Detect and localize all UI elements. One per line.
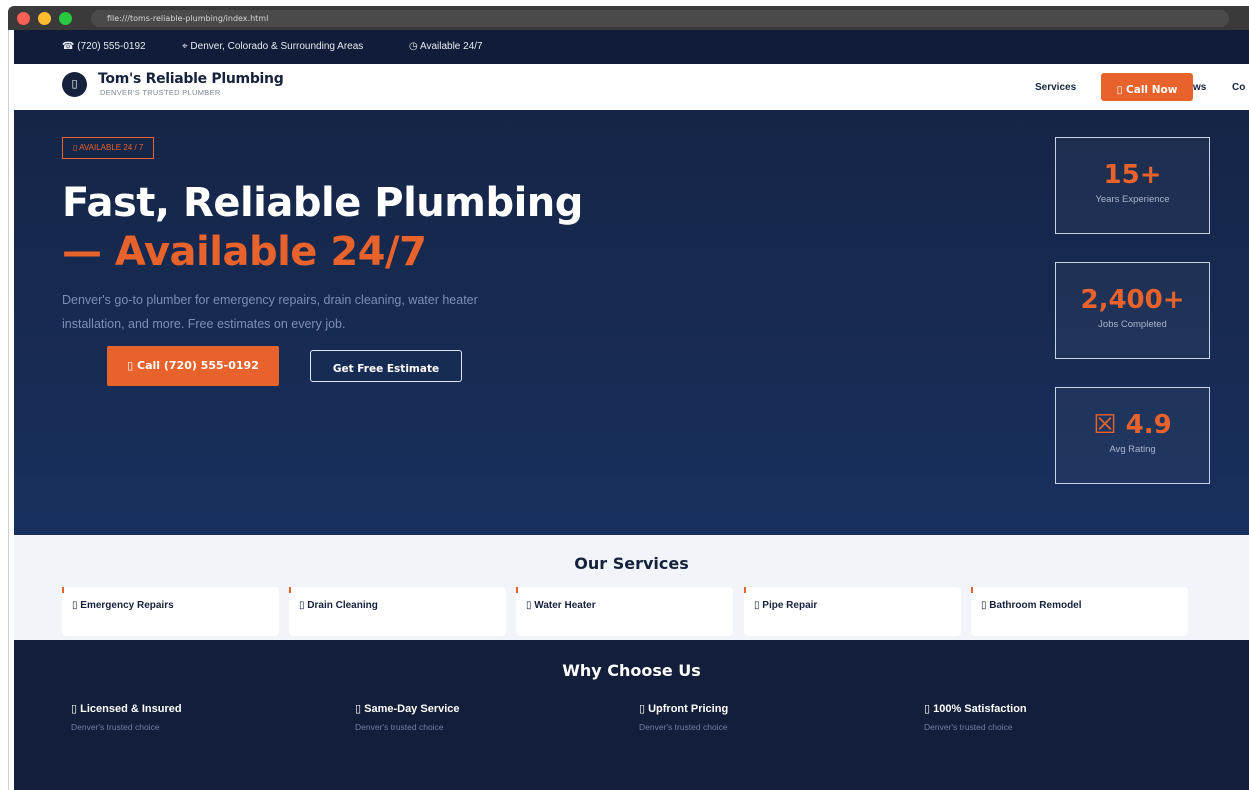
stat-value: ☒ 4.9 [1093,410,1172,440]
topbar-service-area: ⌖ Denver, Colorado & Surrounding Areas [182,41,364,52]
hero-description: Denver's go-to plumber for emergency rep… [62,293,478,331]
feature-title: ▯ Licensed & Insured [71,703,182,715]
feature-same-day-service: ▯ Same-Day Service Denver's trusted choi… [355,702,460,732]
topbar-availability: ◷ Available 24/7 [409,41,483,52]
address-bar[interactable]: file:///toms-reliable-plumbing/index.htm… [91,10,1229,27]
feature-upfront-pricing: ▯ Upfront Pricing Denver's trusted choic… [639,702,728,732]
web-page: ☎ (720) 555-0192 ⌖ Denver, Colorado & Su… [14,30,1249,790]
stat-card-rating: ☒ 4.9 Avg Rating [1055,387,1210,484]
service-card-pipe-repair[interactable]: ▯ Pipe Repair [744,587,961,636]
service-card-water-heater[interactable]: ▯ Water Heater [516,587,733,636]
wrench-icon[interactable]: ▯ [62,72,87,97]
service-label: ▯ Pipe Repair [754,600,818,611]
maximize-window-button[interactable] [59,11,72,25]
service-label: ▯ Drain Cleaning [299,600,378,611]
feature-subtitle: Denver's trusted choice [71,722,160,732]
service-label: ▯ Bathroom Remodel [981,600,1082,611]
minimize-window-button[interactable] [38,11,51,25]
stat-label: Avg Rating [1109,444,1156,455]
brand-name[interactable]: Tom's Reliable Plumbing [98,71,284,87]
services-title: Our Services [574,554,689,573]
feature-subtitle: Denver's trusted choice [355,722,444,732]
feature-title: ▯ Upfront Pricing [639,703,729,715]
info-bar: ☎ (720) 555-0192 ⌖ Denver, Colorado & Su… [14,30,1249,64]
why-choose-us-title: Why Choose Us [562,661,701,680]
free-estimate-button[interactable]: Get Free Estimate [310,350,462,382]
why-choose-us-section: Why Choose Us ▯ Licensed & Insured Denve… [14,640,1249,790]
hero-section: ▯ AVAILABLE 24 / 7 Fast, Reliable Plumbi… [14,110,1249,535]
feature-subtitle: Denver's trusted choice [924,722,1013,732]
service-card-drain-cleaning[interactable]: ▯ Drain Cleaning [289,587,506,636]
window-controls [17,11,72,25]
brand-tagline: DENVER'S TRUSTED PLUMBER [100,88,221,97]
hero-headline-accent: — Available 24/7 [62,229,427,275]
close-window-button[interactable] [17,11,30,25]
availability-badge: ▯ AVAILABLE 24 / 7 [62,137,155,159]
topbar-phone[interactable]: ☎ (720) 555-0192 [62,41,146,52]
stat-value: 15+ [1103,160,1162,190]
nav-link-services[interactable]: Services [1035,82,1076,93]
browser-titlebar: file:///toms-reliable-plumbing/index.htm… [8,6,1249,30]
stat-value: 2,400+ [1080,285,1185,315]
feature-title: ▯ Same-Day Service [355,703,460,715]
main-navigation: ▯ Tom's Reliable Plumbing DENVER'S TRUST… [14,64,1249,110]
call-phone-button[interactable]: ▯ Call (720) 555-0192 [107,346,279,386]
stat-card-experience: 15+ Years Experience [1055,137,1210,234]
stat-label: Years Experience [1095,194,1170,205]
feature-title: ▯ 100% Satisfaction [924,703,1027,715]
service-card-emergency-repairs[interactable]: ▯ Emergency Repairs [62,587,279,636]
nav-link-reviews[interactable]: ws [1193,82,1206,93]
services-section: Our Services ▯ Emergency Repairs ▯ Drain… [14,535,1249,640]
feature-licensed-insured: ▯ Licensed & Insured Denver's trusted ch… [71,702,182,732]
hero-headline: Fast, Reliable Plumbing [62,180,583,226]
service-label: ▯ Emergency Repairs [72,600,174,611]
nav-link-contact[interactable]: Co [1232,82,1245,93]
feature-satisfaction: ▯ 100% Satisfaction Denver's trusted cho… [924,702,1027,732]
stat-card-jobs: 2,400+ Jobs Completed [1055,262,1210,359]
feature-subtitle: Denver's trusted choice [639,722,728,732]
service-label: ▯ Water Heater [526,600,596,611]
stat-label: Jobs Completed [1098,319,1167,330]
call-now-button[interactable]: ▯ Call Now [1101,73,1193,101]
service-card-bathroom-remodel[interactable]: ▯ Bathroom Remodel [971,587,1188,636]
